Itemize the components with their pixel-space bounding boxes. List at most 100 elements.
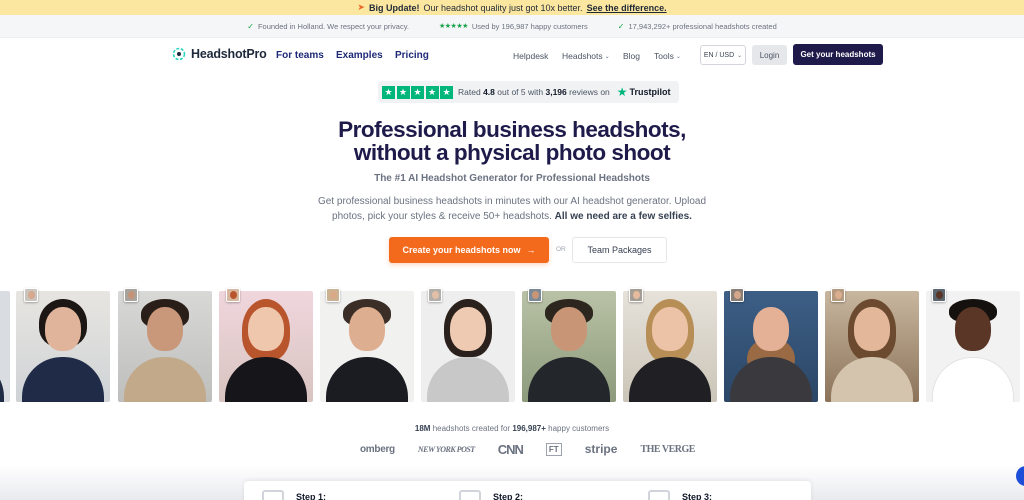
press-logo-ft: FT <box>545 442 562 456</box>
stat-customers: 196,987+ <box>512 424 546 433</box>
language-select[interactable]: EN / USD ⌄ <box>700 45 746 65</box>
check-icon: ✓ <box>617 21 625 31</box>
login-button[interactable]: Login <box>752 45 787 65</box>
logo-icon <box>172 47 186 61</box>
press-logo-nypost: NEW YORK POST <box>417 444 475 454</box>
tp-middle: out of 5 with <box>497 87 544 97</box>
nav-tools-label: Tools <box>654 51 674 61</box>
trust-text: Used by 196,987 happy customers <box>471 21 588 31</box>
trust-item-customers: ★★★★★ Used by 196,987 happy customers <box>439 22 588 31</box>
get-headshots-button[interactable]: Get your headshots <box>793 44 883 65</box>
nav-helpdesk[interactable]: Helpdesk <box>513 51 548 61</box>
step-2: Step 2: <box>459 490 523 500</box>
nav-blog[interactable]: Blog <box>623 51 640 61</box>
create-headshots-button[interactable]: Create your headshots now → <box>389 237 549 263</box>
logo[interactable]: HeadshotPro <box>172 47 267 61</box>
announcement-link[interactable]: See the difference. <box>587 3 667 13</box>
trustpilot-star-icon: ★ <box>616 85 628 99</box>
stat-middle: headshots created for <box>432 424 511 433</box>
steps-card: Step 1: Step 2: Step 3: <box>244 481 811 500</box>
hero-desc-line2-wrap: photos, pick your styles & receive 50+ h… <box>0 209 1024 224</box>
headshot-photo <box>16 291 110 402</box>
headshot-photo <box>522 291 616 402</box>
selfie-thumbnail <box>428 288 442 302</box>
tp-count: 3,196 <box>545 87 567 97</box>
headshot-photo <box>118 291 212 402</box>
announcement-bold: Big Update! <box>368 2 420 13</box>
language-label: EN / USD <box>703 51 735 59</box>
selfie-thumbnail <box>226 288 240 302</box>
step-3-label: Step 3: <box>682 492 713 500</box>
announcement-text: Our headshot quality just got 10x better… <box>423 2 583 13</box>
trustpilot-badge[interactable]: ★ ★ ★ ★ ★ Rated 4.8 out of 5 with 3,196 … <box>378 81 679 103</box>
press-logo-verge: THE VERGE <box>640 443 695 455</box>
headshot-photo <box>0 291 10 402</box>
star-icon: ★ <box>425 85 439 99</box>
nav-tools[interactable]: Tools ⌄ <box>654 51 681 61</box>
nav-for-teams[interactable]: For teams <box>276 50 324 61</box>
headshot-photo <box>926 291 1020 402</box>
chevron-down-icon: ⌄ <box>604 53 610 60</box>
trust-item-headshots: ✓ 17,943,292+ professional headshots cre… <box>618 22 777 31</box>
step-1: Step 1: <box>262 490 326 500</box>
step-3: Step 3: <box>648 490 712 500</box>
nav-headshots[interactable]: Headshots ⌄ <box>562 51 610 61</box>
step-2-label: Step 2: <box>493 492 524 500</box>
headshot-photo <box>421 291 515 402</box>
nav-headshots-label: Headshots <box>562 51 603 61</box>
hero-subtitle: The #1 AI Headshot Generator for Profess… <box>374 173 650 184</box>
star-icon: ★ <box>440 85 453 99</box>
star-icon: ★ <box>382 85 395 99</box>
trust-item-privacy: ✓ Founded in Holland. We respect your pr… <box>247 22 409 31</box>
selfie-thumbnail <box>124 288 138 302</box>
trust-text: 17,943,292+ professional headshots creat… <box>628 21 777 31</box>
star-icon: ★ <box>396 85 410 99</box>
press-logos: omberg NEW YORK POST CNN FT stripe THE V… <box>360 440 695 458</box>
chevron-down-icon: ⌄ <box>737 52 743 59</box>
tp-prefix: Rated <box>458 87 481 97</box>
headshot-gallery <box>0 291 1024 402</box>
arrow-right-icon: → <box>526 245 536 255</box>
hero-title: Professional business headshots, without… <box>0 118 1024 164</box>
tp-rating: 4.8 <box>483 87 495 97</box>
trustpilot-logo: ★ Trustpilot <box>617 85 671 99</box>
chevron-down-icon: ⌄ <box>675 53 681 60</box>
download-icon <box>648 490 670 500</box>
selfie-thumbnail <box>629 288 643 302</box>
team-packages-button[interactable]: Team Packages <box>572 237 667 263</box>
hero-desc-line1: Get professional business headshots in m… <box>317 196 707 207</box>
selfie-thumbnail <box>528 288 542 302</box>
trustpilot-brand: Trustpilot <box>629 87 671 97</box>
selfie-thumbnail <box>932 288 946 302</box>
stat-count: 18M <box>414 424 431 433</box>
press-logo-stripe: stripe <box>584 442 618 456</box>
social-proof-stat: 18M headshots created for 196,987+ happy… <box>0 424 1024 433</box>
stat-suffix: happy customers <box>548 424 610 433</box>
selfie-thumbnail <box>730 288 744 302</box>
upload-icon <box>262 490 284 500</box>
step-1-label: Step 1: <box>296 492 327 500</box>
hero-title-line2: without a physical photo shoot <box>353 140 671 165</box>
headshot-photo <box>320 291 414 402</box>
nav-pricing[interactable]: Pricing <box>395 50 429 61</box>
star-icon: ★ <box>411 85 424 99</box>
nav-helpdesk-label: Helpdesk <box>513 51 549 61</box>
main-nav: HeadshotPro For teams Examples Pricing H… <box>0 38 1024 72</box>
check-icon: ✓ <box>247 21 254 31</box>
trustpilot-text: Rated 4.8 out of 5 with 3,196 reviews on <box>458 87 610 97</box>
tp-suffix: reviews on <box>569 87 610 97</box>
headshot-photo <box>219 291 313 402</box>
headshot-photo <box>724 291 818 402</box>
hero-title-line1: Professional business headshots, <box>338 117 686 142</box>
hero-desc-line2: photos, pick your styles & receive 50+ h… <box>332 211 552 222</box>
hero-desc-bold: All we need are a few selfies. <box>554 211 692 222</box>
trust-text: Founded in Holland. We respect your priv… <box>257 21 409 31</box>
nav-examples[interactable]: Examples <box>336 50 383 61</box>
selfie-thumbnail <box>831 288 845 302</box>
style-icon <box>459 490 481 500</box>
trustpilot-stars: ★ ★ ★ ★ ★ <box>382 85 453 99</box>
star-icon: ★★★★★ <box>439 23 468 30</box>
nav-blog-label: Blog <box>623 51 641 61</box>
trust-bar: ✓ Founded in Holland. We respect your pr… <box>0 15 1024 38</box>
selfie-thumbnail <box>326 288 340 302</box>
